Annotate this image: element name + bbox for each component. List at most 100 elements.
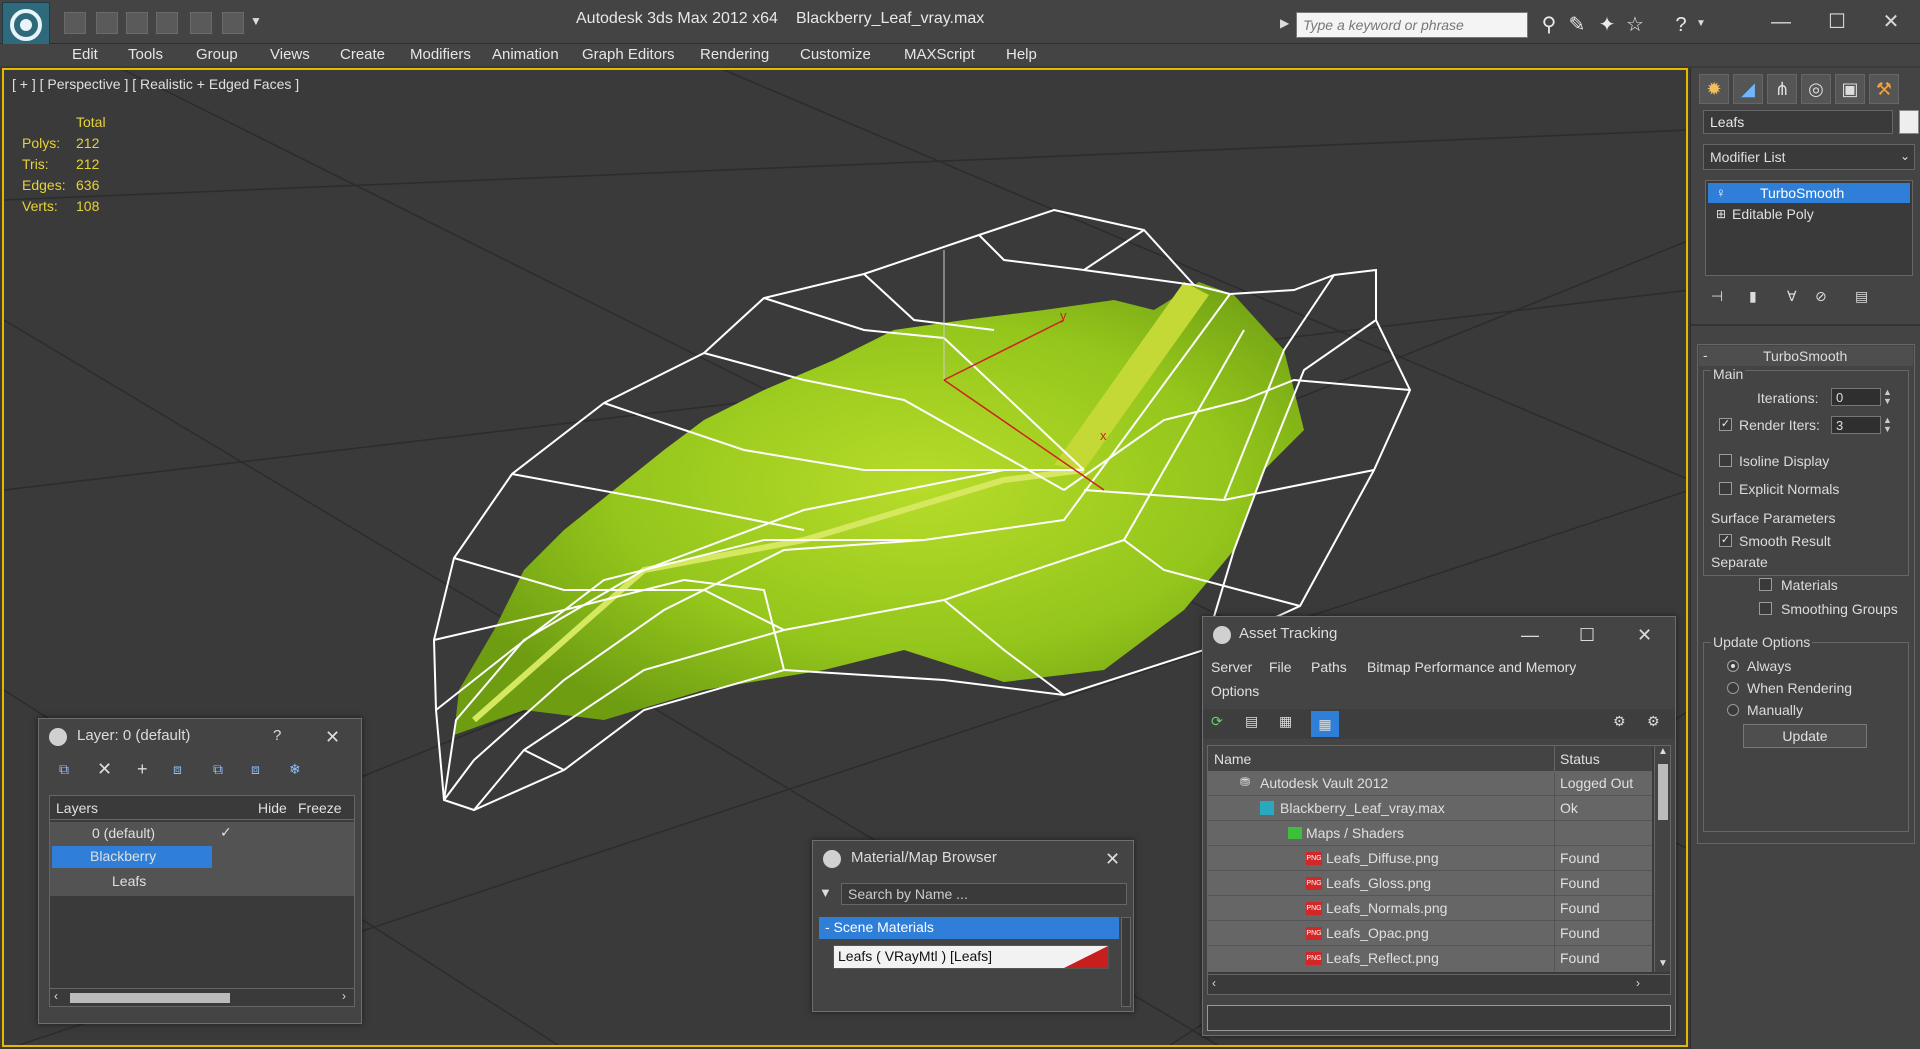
table-row-selected[interactable]: Blackberry (52, 846, 212, 868)
scroll-up-icon[interactable]: ▲ (1658, 746, 1668, 757)
create-tab-icon[interactable]: ✹ (1699, 74, 1729, 104)
make-unique-icon[interactable]: ∀ (1787, 288, 1797, 305)
menu-customize[interactable]: Customize (800, 44, 871, 66)
hierarchy-tab-icon[interactable]: ⋔ (1767, 74, 1797, 104)
quick-access-dropdown-icon[interactable]: ▼ (250, 14, 262, 28)
material-browser-titlebar[interactable]: Material/Map Browser ✕ (813, 841, 1133, 877)
scroll-thumb[interactable] (1658, 764, 1668, 820)
help-icon[interactable]: ? (1668, 12, 1694, 38)
menu-server[interactable]: Server (1211, 659, 1252, 675)
column-layers[interactable]: Layers (56, 800, 98, 816)
menu-modifiers[interactable]: Modifiers (410, 44, 471, 66)
column-freeze[interactable]: Freeze (298, 800, 342, 816)
object-color-swatch[interactable] (1899, 110, 1919, 134)
configure-sets-icon[interactable]: ▤ (1855, 288, 1868, 305)
table-row[interactable]: Maps / Shaders (1208, 822, 1652, 846)
asset-table[interactable]: Name Status ⛃ Autodesk Vault 2012 Logged… (1207, 745, 1671, 995)
layer-list[interactable]: Layers Hide Freeze 0 (default) ✓ Blackbe… (49, 795, 355, 1007)
delete-layer-icon[interactable]: ✕ (97, 759, 112, 780)
save-file-icon[interactable] (96, 12, 118, 34)
vault-login-icon[interactable]: ⚙ (1613, 713, 1626, 730)
subscription-icon[interactable]: ✎ (1564, 12, 1590, 38)
binoculars-icon[interactable]: ⚲ (1536, 12, 1562, 38)
app-menu-logo-icon[interactable] (2, 2, 50, 48)
current-layer-check-icon[interactable]: ✓ (220, 824, 232, 841)
horizontal-scrollbar[interactable]: ‹ › (50, 988, 354, 1006)
list-view-icon[interactable]: ▤ (1245, 713, 1258, 730)
layout-icon[interactable] (222, 12, 244, 34)
manually-radio[interactable] (1727, 704, 1739, 716)
select-in-layer-icon[interactable]: ⧈ (173, 761, 182, 778)
scroll-left-icon[interactable]: ‹ (54, 989, 58, 1003)
menu-bitmap-performance[interactable]: Bitmap Performance and Memory (1367, 659, 1576, 675)
display-tab-icon[interactable]: ▣ (1835, 74, 1865, 104)
maximize-icon[interactable]: ☐ (1579, 625, 1595, 646)
viewport-label[interactable]: [ + ] [ Perspective ] [ Realistic + Edge… (12, 76, 299, 92)
scroll-right-icon[interactable]: › (342, 989, 346, 1003)
table-row[interactable]: PNG Leafs_Gloss.png Found (1208, 872, 1652, 896)
isoline-display-checkbox[interactable] (1719, 454, 1732, 467)
minimize-icon[interactable]: — (1521, 625, 1539, 646)
smoothing-groups-checkbox[interactable] (1759, 602, 1772, 615)
help-dropdown-icon[interactable]: ▼ (1696, 18, 1706, 29)
hide-all-icon[interactable]: ⧈ (251, 761, 260, 778)
scroll-thumb[interactable] (70, 993, 230, 1003)
update-button[interactable]: Update (1743, 724, 1867, 748)
add-to-layer-icon[interactable]: + (137, 759, 148, 780)
freeze-all-icon[interactable]: ❄ (289, 761, 301, 778)
rollout-header[interactable]: - TurboSmooth (1699, 346, 1913, 366)
expand-plus-icon[interactable]: ⊞ (1716, 204, 1726, 224)
stack-item-editable-poly[interactable]: ⊞ Editable Poly (1708, 204, 1910, 224)
column-hide[interactable]: Hide (258, 800, 287, 816)
minimize-icon[interactable]: — (1756, 6, 1806, 38)
modifier-list-dropdown[interactable]: Modifier List ⌄ (1703, 144, 1915, 170)
close-icon[interactable]: ✕ (1105, 849, 1120, 870)
menu-tools[interactable]: Tools (128, 44, 163, 66)
explicit-normals-checkbox[interactable] (1719, 482, 1732, 495)
pin-stack-icon[interactable]: ⊣ (1711, 288, 1723, 305)
menu-graph-editors[interactable]: Graph Editors (582, 44, 675, 66)
spinner-arrows-icon[interactable]: ▲ ▼ (1883, 388, 1892, 406)
material-item-leafs[interactable]: Leafs ( VRayMtl ) [Leafs] (833, 945, 1109, 969)
open-file-icon[interactable] (64, 12, 86, 34)
menu-edit[interactable]: Edit (72, 44, 98, 66)
menu-rendering[interactable]: Rendering (700, 44, 769, 66)
remove-modifier-icon[interactable]: ⊘ (1815, 288, 1827, 305)
search-expand-icon[interactable]: ▶ (1280, 16, 1289, 30)
column-status[interactable]: Status (1560, 751, 1600, 767)
scene-materials-group[interactable]: - Scene Materials (819, 917, 1119, 939)
project-icon[interactable] (190, 12, 212, 34)
new-scene-icon[interactable] (126, 12, 148, 34)
browser-options-icon[interactable]: ▼ (819, 885, 832, 900)
table-row[interactable]: PNG Leafs_Opac.png Found (1208, 922, 1652, 946)
menu-help[interactable]: Help (1006, 44, 1037, 66)
refresh-icon[interactable]: ⟳ (1211, 713, 1223, 730)
favorites-star-icon[interactable]: ☆ (1622, 12, 1648, 38)
render-iters-checkbox[interactable]: ✓ (1719, 418, 1732, 431)
render-iters-spinner[interactable]: 3 (1831, 416, 1881, 434)
table-row[interactable]: Blackberry_Leaf_vray.max Ok (1208, 797, 1652, 821)
menu-file[interactable]: File (1269, 659, 1292, 675)
collapse-minus-icon[interactable]: - (1703, 347, 1708, 363)
menu-paths[interactable]: Paths (1311, 659, 1347, 675)
spinner-arrows-icon[interactable]: ▲ ▼ (1883, 416, 1892, 434)
show-end-result-icon[interactable]: ▮ (1749, 288, 1757, 305)
utilities-tab-icon[interactable]: ⚒ (1869, 74, 1899, 104)
table-row[interactable]: PNG Leafs_Diffuse.png Found (1208, 847, 1652, 871)
hold-icon[interactable] (156, 12, 178, 34)
vertical-scrollbar[interactable]: ▲ ▼ (1654, 746, 1670, 972)
horizontal-scrollbar[interactable]: ‹ › (1208, 974, 1670, 994)
modifier-stack[interactable]: ♀ TurboSmooth ⊞ Editable Poly (1705, 180, 1913, 276)
table-view-icon[interactable]: ▦ (1311, 711, 1339, 737)
table-row[interactable]: PNG Leafs_Reflect.png Found (1208, 947, 1652, 971)
layer-help-button[interactable]: ? (273, 727, 281, 744)
table-row[interactable]: Leafs (50, 870, 354, 894)
search-input[interactable]: Type a keyword or phrase (1296, 12, 1528, 38)
modify-tab-icon[interactable]: ◢ (1733, 74, 1763, 104)
close-icon[interactable]: ✕ (1866, 6, 1916, 38)
column-divider[interactable] (1554, 746, 1555, 772)
always-radio[interactable] (1727, 660, 1739, 672)
new-layer-icon[interactable]: ⧉ (59, 761, 69, 778)
close-icon[interactable]: ✕ (1637, 625, 1652, 646)
menu-group[interactable]: Group (196, 44, 238, 66)
